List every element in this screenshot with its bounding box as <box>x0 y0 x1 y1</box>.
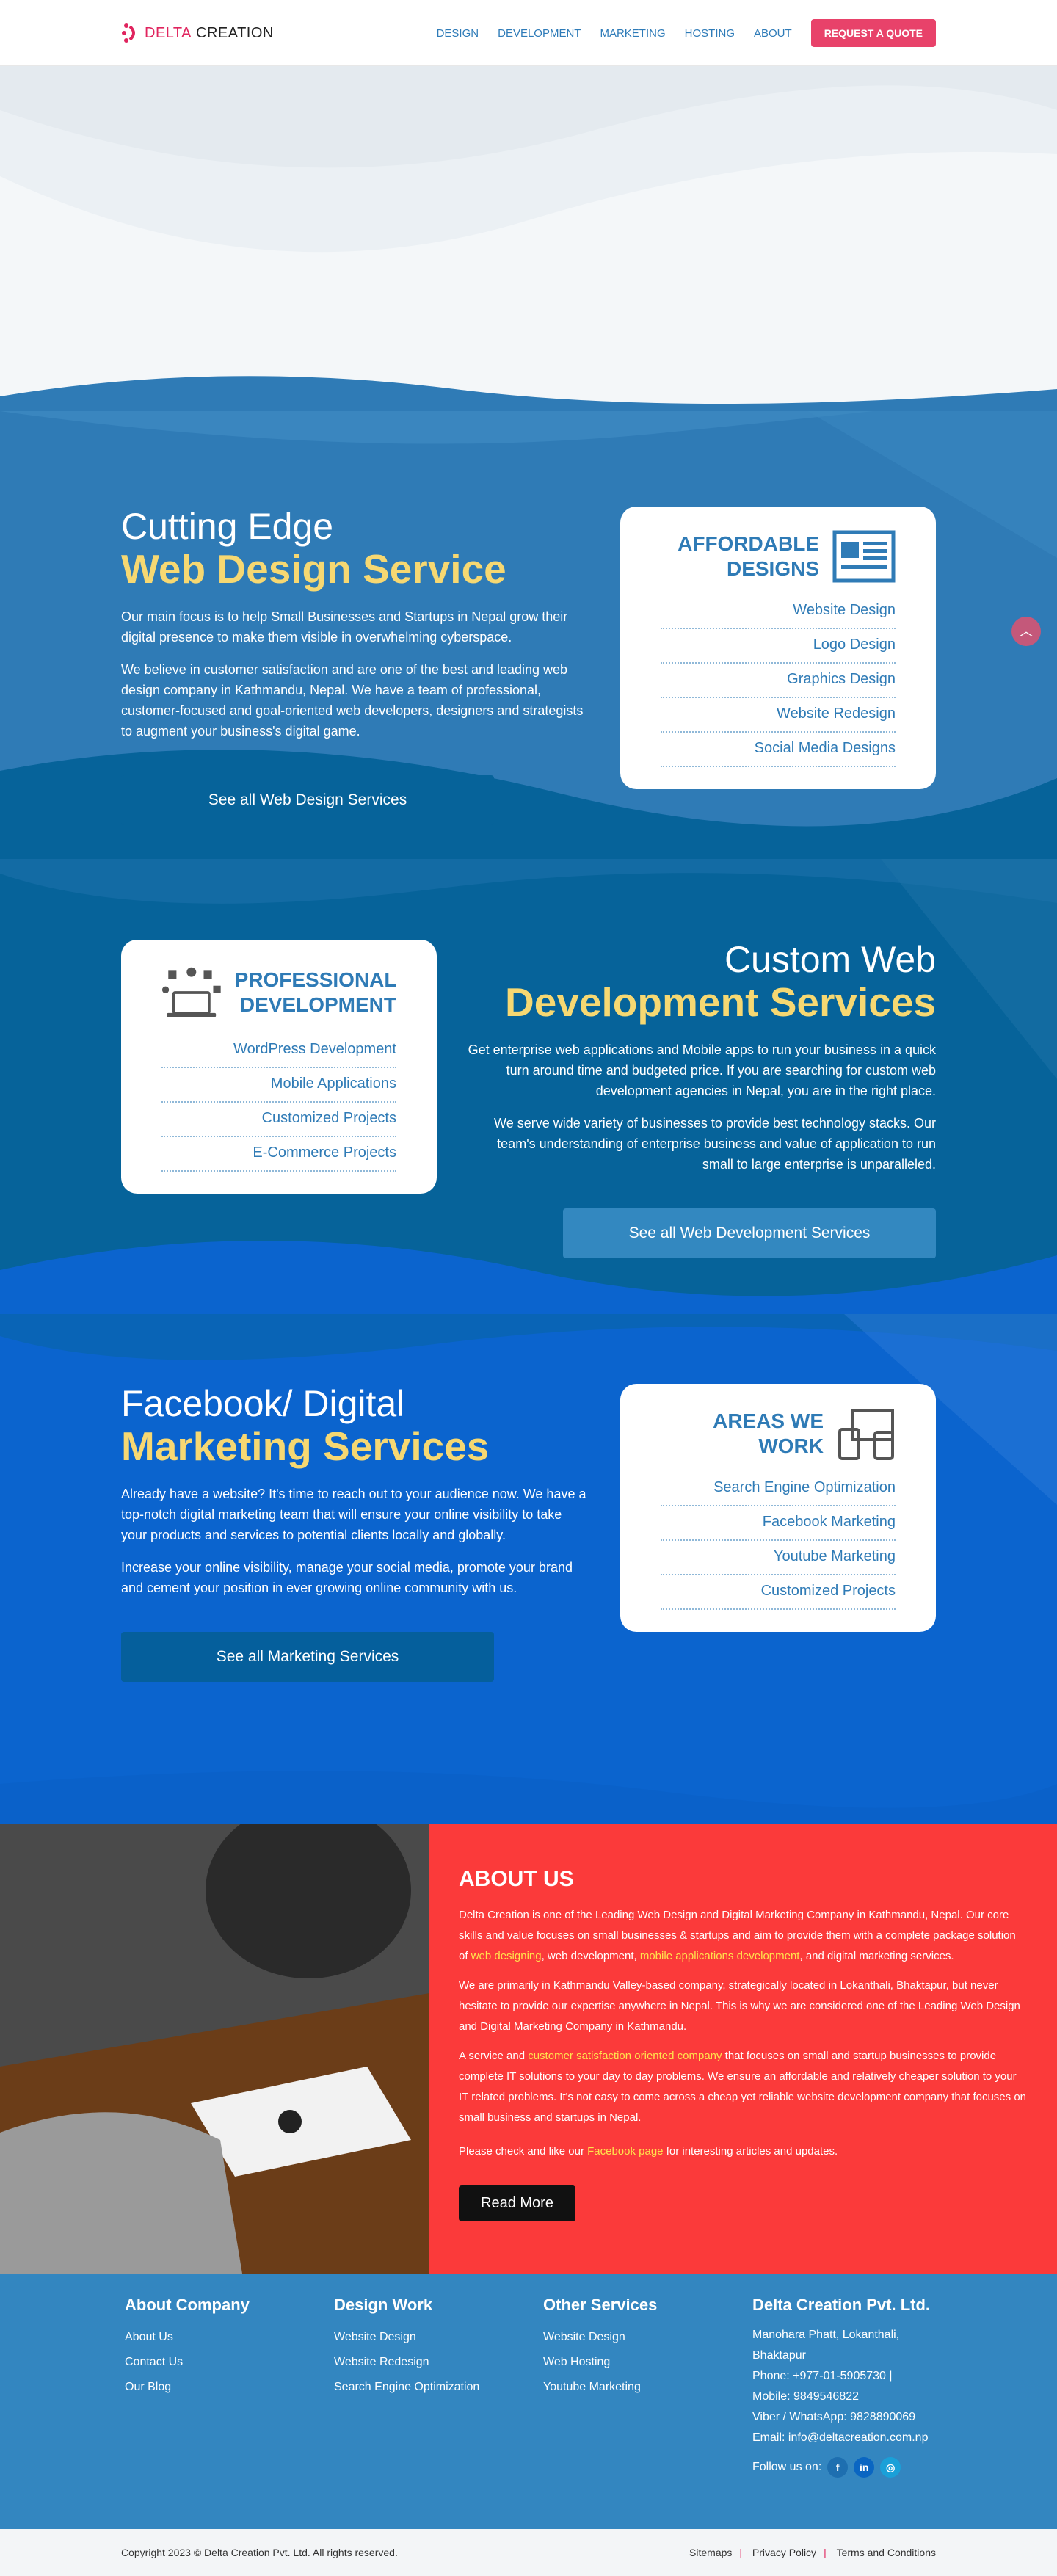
social-links: Follow us on: f in ◎ <box>752 2457 936 2478</box>
marketing-title-line2: Marketing Services <box>121 1423 490 1469</box>
card-title: PROFESSIONAL DEVELOPMENT <box>234 968 397 1016</box>
about-paragraph-4: Please check and like our Facebook page … <box>459 2145 838 2158</box>
list-item[interactable]: Customized Projects <box>661 1575 896 1610</box>
mobile-apps-link[interactable]: mobile applications development <box>640 1950 800 1962</box>
site-header: DELTA CREATION DESIGN DEVELOPMENT MARKET… <box>0 0 1057 66</box>
digital-marketing-section: Facebook/ Digital Marketing Services Alr… <box>0 1314 1057 1824</box>
list-item[interactable]: Facebook Marketing <box>661 1506 896 1541</box>
areas-we-work-card: AREAS WE WORK Search Engine Optimization… <box>620 1384 936 1632</box>
about-paragraph-1: Delta Creation is one of the Leading Web… <box>459 1909 1016 1962</box>
scroll-to-top-button[interactable]: ︿ <box>1011 617 1041 646</box>
read-more-button[interactable]: Read More <box>459 2185 575 2221</box>
about-section: ABOUT US Delta Creation is one of the Le… <box>0 1824 1057 2274</box>
company-phone: Phone: +977-01-5905730 | <box>752 2370 893 2382</box>
privacy-policy-link[interactable]: Privacy Policy <box>752 2547 816 2558</box>
hero-banner <box>0 66 1057 411</box>
nav-hosting[interactable]: HOSTING <box>685 27 735 40</box>
request-quote-button[interactable]: REQUEST A QUOTE <box>810 19 936 47</box>
follow-label: Follow us on: <box>752 2461 822 2473</box>
main-nav: DESIGN DEVELOPMENT MARKETING HOSTING ABO… <box>437 19 936 47</box>
development-title-line1: Custom Web <box>724 939 936 980</box>
see-all-web-design-button[interactable]: See all Web Design Services <box>121 774 494 825</box>
development-paragraph-1: Get enterprise web applications and Mobi… <box>468 1042 936 1098</box>
card-title: AREAS WE WORK <box>713 1409 824 1457</box>
about-heading: ABOUT US <box>459 1867 574 1891</box>
office-photo-illustration <box>0 1824 429 2274</box>
list-item[interactable]: Mobile Applications <box>161 1068 396 1103</box>
customer-satisfaction-link[interactable]: customer satisfaction oriented company <box>528 2050 722 2062</box>
nav-development[interactable]: DEVELOPMENT <box>498 27 581 40</box>
instagram-icon[interactable]: ◎ <box>880 2457 901 2478</box>
hero-wave-decoration <box>0 66 1057 411</box>
marketing-title-line1: Facebook/ Digital <box>121 1383 405 1424</box>
about-paragraph-3: A service and customer satisfaction orie… <box>459 2050 1026 2124</box>
development-title-line2: Development Services <box>505 979 936 1025</box>
list-item[interactable]: E-Commerce Projects <box>161 1137 396 1172</box>
list-item[interactable]: Website Design <box>661 595 896 629</box>
footer-link-website-design[interactable]: Website Design <box>543 2325 752 2350</box>
footer-link-youtube-marketing[interactable]: Youtube Marketing <box>543 2375 752 2400</box>
nav-about[interactable]: ABOUT <box>754 27 792 40</box>
web-design-section: Cutting Edge Web Design Service Our main… <box>0 411 1057 859</box>
see-all-web-development-button[interactable]: See all Web Development Services <box>563 1208 936 1258</box>
list-item[interactable]: WordPress Development <box>161 1034 396 1068</box>
about-paragraph-2: We are primarily in Kathmandu Valley-bas… <box>459 1979 1020 2033</box>
footer-col-title: Other Services <box>543 2296 658 2314</box>
copyright-text: Copyright 2023 © Delta Creation Pvt. Ltd… <box>121 2547 398 2558</box>
list-item[interactable]: Search Engine Optimization <box>661 1472 896 1506</box>
list-item[interactable]: Social Media Designs <box>661 733 896 767</box>
sitemaps-link[interactable]: Sitemaps <box>689 2547 732 2558</box>
devices-icon <box>838 1409 894 1460</box>
chevron-up-icon: ︿ <box>1020 624 1033 639</box>
list-item[interactable]: Website Redesign <box>661 698 896 733</box>
list-item[interactable]: Graphics Design <box>661 664 896 698</box>
laptop-social-icon <box>161 967 221 1017</box>
footer-link-seo[interactable]: Search Engine Optimization <box>334 2375 543 2400</box>
marketing-paragraph-1: Already have a website? It's time to rea… <box>121 1486 586 1542</box>
company-address: Manohara Phatt, Lokanthali, Bhaktapur <box>752 2329 900 2362</box>
nav-design[interactable]: DESIGN <box>437 27 479 40</box>
development-paragraph-2: We serve wide variety of businesses to p… <box>494 1115 936 1172</box>
site-footer: About Company About Us Contact Us Our Bl… <box>0 2274 1057 2529</box>
affordable-designs-card: AFFORDABLE DESIGNS Website Design Logo D… <box>620 507 936 789</box>
footer-link-web-hosting[interactable]: Web Hosting <box>543 2350 752 2375</box>
footer-col-title: Design Work <box>334 2296 433 2314</box>
footer-col-title: About Company <box>125 2296 250 2314</box>
webpage-layout-icon <box>832 530 896 583</box>
see-all-marketing-button[interactable]: See all Marketing Services <box>121 1631 494 1682</box>
company-email: Email: info@deltacreation.com.np <box>752 2431 929 2444</box>
brand-name-accent: DELTA <box>145 24 192 41</box>
card-title: AFFORDABLE DESIGNS <box>678 532 819 580</box>
footer-link-website-design[interactable]: Website Design <box>334 2325 543 2350</box>
web-designing-link[interactable]: web designing <box>471 1950 542 1962</box>
about-photo <box>0 1824 429 2274</box>
legal-links: Sitemaps | Privacy Policy | Terms and Cond… <box>689 2547 936 2558</box>
footer-link-about-us[interactable]: About Us <box>125 2325 334 2350</box>
facebook-page-link[interactable]: Facebook page <box>587 2145 663 2158</box>
brand-name-rest: CREATION <box>196 24 274 41</box>
list-item[interactable]: Logo Design <box>661 629 896 664</box>
footer-col-title: Delta Creation Pvt. Ltd. <box>752 2296 931 2314</box>
brand-logo[interactable]: DELTA CREATION <box>121 22 274 44</box>
design-title-line1: Cutting Edge <box>121 506 334 547</box>
list-item[interactable]: Customized Projects <box>161 1103 396 1137</box>
design-paragraph-2: We believe in customer satisfaction and … <box>121 661 584 739</box>
web-development-section: PROFESSIONAL DEVELOPMENT WordPress Devel… <box>0 859 1057 1314</box>
footer-link-contact-us[interactable]: Contact Us <box>125 2350 334 2375</box>
footer-link-website-redesign[interactable]: Website Redesign <box>334 2350 543 2375</box>
list-item[interactable]: Youtube Marketing <box>661 1541 896 1575</box>
facebook-icon[interactable]: f <box>827 2457 849 2478</box>
terms-link[interactable]: Terms and Conditions <box>837 2547 936 2558</box>
design-paragraph-1: Our main focus is to help Small Business… <box>121 609 568 645</box>
professional-development-card: PROFESSIONAL DEVELOPMENT WordPress Devel… <box>121 940 437 1194</box>
company-viber: Viber / WhatsApp: 9828890069 <box>752 2411 916 2423</box>
company-mobile: Mobile: 9849546822 <box>752 2390 860 2403</box>
linkedin-icon[interactable]: in <box>854 2457 875 2478</box>
marketing-paragraph-2: Increase your online visibility, manage … <box>121 1559 573 1595</box>
logo-icon <box>122 23 135 43</box>
copyright-bar: Copyright 2023 © Delta Creation Pvt. Ltd… <box>0 2529 1057 2576</box>
nav-marketing[interactable]: MARKETING <box>600 27 665 40</box>
design-title-line2: Web Design Service <box>121 546 506 592</box>
footer-link-our-blog[interactable]: Our Blog <box>125 2375 334 2400</box>
